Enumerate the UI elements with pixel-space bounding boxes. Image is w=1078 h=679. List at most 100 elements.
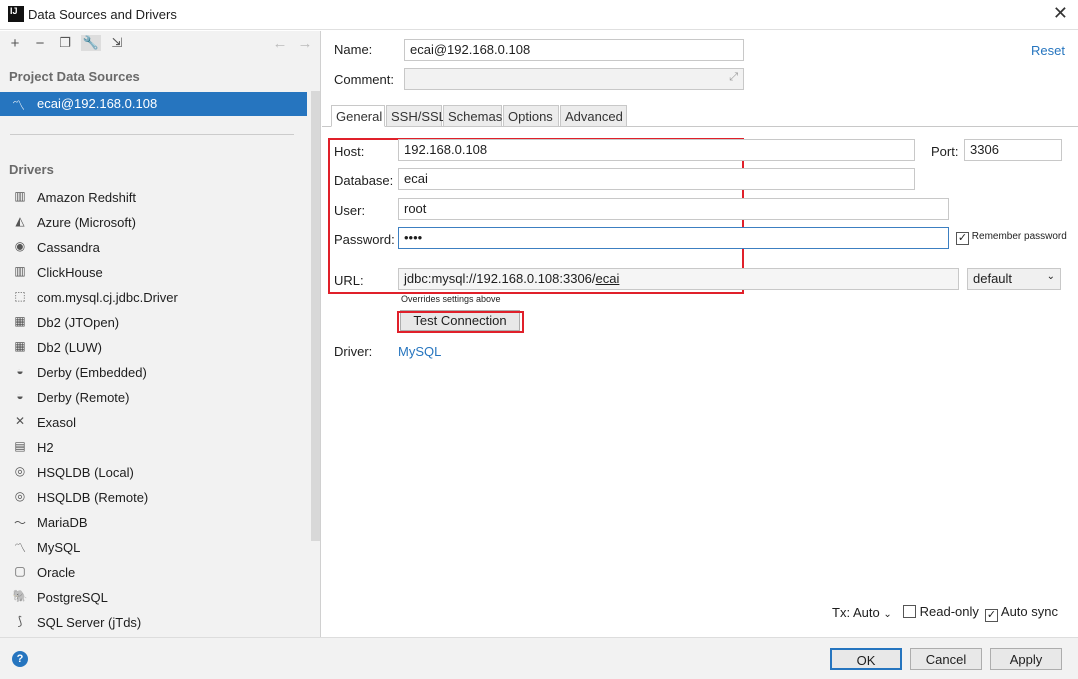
driver-label: Db2 (LUW)	[37, 340, 103, 355]
driver-item[interactable]: ◒ Derby (Remote)	[0, 386, 307, 410]
driver-item[interactable]: ◎ HSQLDB (Local)	[0, 461, 307, 485]
url-prefix: jdbc:mysql://192.168.0.108:3306/	[404, 271, 596, 286]
project-data-sources-header: Project Data Sources	[9, 69, 140, 84]
driver-item[interactable]: ▦ Db2 (LUW)	[0, 336, 307, 360]
tab-sshssl[interactable]: SSH/SSL	[386, 105, 446, 127]
driver-label: Oracle	[37, 565, 76, 580]
driver-icon: ▤	[14, 439, 26, 453]
url-mode-value: default	[973, 271, 1013, 286]
driver-item[interactable]: ▥ Amazon Redshift	[0, 186, 307, 210]
driver-item[interactable]: ◭ Azure (Microsoft)	[0, 211, 307, 235]
remember-password-checkbox[interactable]: ✓ Remember password	[956, 231, 1067, 245]
driver-item[interactable]: ▥ ClickHouse	[0, 261, 307, 285]
forward-icon[interactable]: →	[295, 35, 315, 52]
driver-item[interactable]: ▤ H2	[0, 436, 307, 460]
url-input[interactable]: jdbc:mysql://192.168.0.108:3306/ecai	[398, 268, 959, 290]
driver-label: Amazon Redshift	[37, 190, 136, 205]
driver-icon: ▥	[14, 189, 26, 203]
driver-label: com.mysql.cj.jdbc.Driver	[37, 290, 178, 305]
driver-item[interactable]: 🐘 PostgreSQL	[0, 586, 307, 610]
auto-sync-checkbox[interactable]: ✓ Auto sync	[985, 604, 1058, 622]
wrench-icon[interactable]: 🔧	[81, 35, 101, 51]
remove-icon[interactable]: −	[30, 35, 50, 52]
url-label: URL:	[334, 273, 364, 288]
driver-item[interactable]: ▦ Db2 (JTOpen)	[0, 311, 307, 335]
app-logo-icon: IJ	[8, 6, 24, 22]
read-only-label: Read-only	[919, 604, 979, 619]
host-label: Host:	[334, 144, 365, 159]
driver-label: Azure (Microsoft)	[37, 215, 136, 230]
url-hint: Overrides settings above	[401, 294, 501, 304]
driver-item[interactable]: ◎ HSQLDB (Remote)	[0, 486, 307, 510]
tab-schemas[interactable]: Schemas	[443, 105, 502, 127]
title-bar: IJ Data Sources and Drivers ✕	[0, 0, 1078, 30]
tab-options[interactable]: Options	[503, 105, 559, 127]
driver-label: Derby (Embedded)	[37, 365, 147, 380]
ok-button[interactable]: OK	[830, 648, 902, 670]
driver-icon: ◭	[15, 214, 25, 228]
comment-input[interactable]: ⤢	[404, 68, 744, 90]
name-label: Name:	[334, 42, 373, 57]
tx-mode-label: Tx: Auto	[832, 605, 880, 620]
password-input[interactable]: ••••	[398, 227, 949, 249]
highlight-box	[397, 311, 524, 333]
reset-link[interactable]: Reset	[1031, 43, 1065, 58]
import-icon[interactable]: ⇲	[107, 35, 127, 51]
driver-icon: ◉	[14, 239, 26, 253]
driver-label: Exasol	[37, 415, 77, 430]
back-icon[interactable]: ←	[270, 35, 290, 52]
cancel-button[interactable]: Cancel	[910, 648, 982, 670]
expand-icon[interactable]: ⤢	[729, 71, 738, 83]
driver-icon: ◎	[14, 464, 26, 478]
driver-label: Db2 (JTOpen)	[37, 315, 120, 330]
window-title: Data Sources and Drivers	[28, 7, 177, 22]
database-input[interactable]: ecai	[398, 168, 915, 190]
duplicate-icon[interactable]: ❐	[55, 35, 75, 51]
driver-item[interactable]: ✕ Exasol	[0, 411, 307, 435]
driver-icon: ▦	[14, 339, 26, 353]
driver-icon: ⟆	[17, 614, 23, 628]
driver-item[interactable]: 〜 MariaDB	[0, 511, 307, 535]
data-source-item[interactable]: 〽 ecai@192.168.0.108	[0, 92, 307, 116]
driver-item[interactable]: ▢ Oracle	[0, 561, 307, 585]
footer: ? OK Cancel Apply	[0, 637, 1078, 679]
close-icon[interactable]: ✕	[1053, 3, 1068, 24]
driver-item[interactable]: ◉ Cassandra	[0, 236, 307, 260]
driver-label: Cassandra	[37, 240, 100, 255]
driver-icon: ◒	[16, 364, 24, 378]
driver-link[interactable]: MySQL	[398, 344, 441, 359]
name-input[interactable]: ecai@192.168.0.108	[404, 39, 744, 61]
driver-label: Derby (Remote)	[37, 390, 130, 405]
driver-icon: ✕	[14, 414, 26, 428]
driver-icon: 〽	[13, 541, 26, 555]
tab-advanced[interactable]: Advanced	[560, 105, 627, 127]
auto-sync-label: Auto sync	[1000, 604, 1058, 619]
driver-item[interactable]: ⬚ com.mysql.cj.jdbc.Driver	[0, 286, 307, 310]
driver-item[interactable]: 〽 MySQL	[0, 536, 307, 560]
add-icon[interactable]: +	[5, 35, 25, 52]
mysql-icon: 〽	[12, 98, 26, 113]
user-label: User:	[334, 203, 366, 218]
driver-item[interactable]: ⟆ SQL Server (jTds)	[0, 611, 307, 635]
sidebar-scrollbar[interactable]	[311, 91, 320, 541]
read-only-checkbox[interactable]: Read-only	[903, 604, 979, 619]
user-input[interactable]: root	[398, 198, 949, 220]
checkbox-checked-icon: ✓	[956, 232, 969, 245]
password-label: Password:	[334, 232, 395, 247]
driver-item[interactable]: ◒ Derby (Embedded)	[0, 361, 307, 385]
port-input[interactable]: 3306	[964, 139, 1062, 161]
driver-icon: ◒	[16, 389, 24, 403]
help-icon[interactable]: ?	[12, 651, 28, 667]
host-input[interactable]: 192.168.0.108	[398, 139, 915, 161]
apply-button[interactable]: Apply	[990, 648, 1062, 670]
port-label: Port:	[931, 144, 959, 159]
driver-icon: 〜	[13, 516, 26, 530]
chevron-down-icon: ⌄	[1046, 271, 1055, 282]
driver-icon: ▢	[14, 564, 26, 578]
tx-mode-dropdown[interactable]: Tx: Auto ⌄	[832, 605, 892, 620]
drivers-header: Drivers	[9, 162, 54, 177]
data-source-label: ecai@192.168.0.108	[37, 96, 158, 111]
tab-general[interactable]: General	[331, 105, 385, 127]
driver-label: Driver:	[334, 344, 373, 359]
url-mode-select[interactable]: default ⌄	[967, 268, 1061, 290]
